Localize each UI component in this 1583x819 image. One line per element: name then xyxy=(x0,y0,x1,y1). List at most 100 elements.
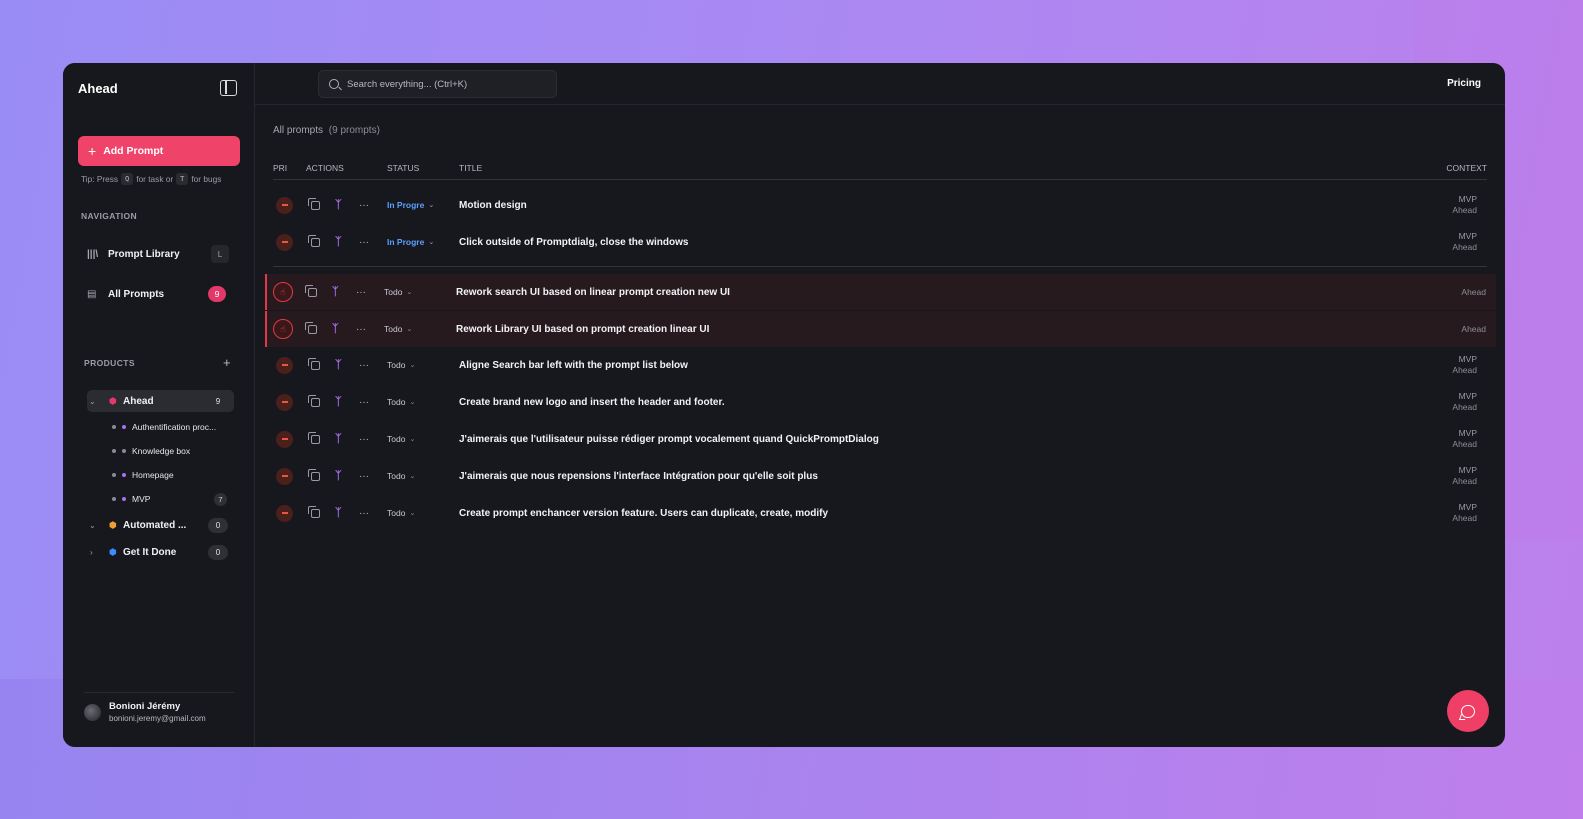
sidebar-toggle-icon[interactable] xyxy=(220,80,237,96)
prompt-title[interactable]: Aligne Search bar left with the prompt l… xyxy=(459,347,688,383)
merge-icon[interactable]: ᛉ xyxy=(335,470,342,482)
nav-item-label: All Prompts xyxy=(108,288,165,300)
prompt-title[interactable]: Rework search UI based on linear prompt … xyxy=(456,274,730,310)
product-automated[interactable]: ⌄ ⬢ Automated ... 0 xyxy=(87,514,234,536)
status-dropdown[interactable]: Todo ⌄ xyxy=(387,421,415,457)
copy-icon[interactable] xyxy=(308,468,320,481)
copy-icon[interactable] xyxy=(308,394,320,407)
context-product: Ahead xyxy=(1461,323,1486,334)
merge-icon[interactable]: ᛉ xyxy=(335,359,342,371)
medium-priority-icon[interactable] xyxy=(276,467,293,485)
status-dropdown[interactable]: Todo ⌄ xyxy=(387,458,415,494)
prompt-title[interactable]: Create brand new logo and insert the hea… xyxy=(459,384,725,420)
table-row[interactable]: ᛉ ··· Todo ⌄ J'aimerais que nous repensi… xyxy=(273,458,1487,494)
prompt-title[interactable]: Create prompt enchancer version feature.… xyxy=(459,495,828,531)
chevron-down-icon[interactable]: ⌄ xyxy=(89,397,105,406)
more-icon[interactable]: ··· xyxy=(359,508,369,519)
subproduct-authentification[interactable]: Authentification proc... xyxy=(112,418,232,436)
table-row[interactable]: ᛉ ··· Todo ⌄ Aligne Search bar left with… xyxy=(273,347,1487,383)
merge-icon[interactable]: ᛉ xyxy=(335,199,342,211)
table-row[interactable]: ☝ ᛉ ··· Todo ⌄ Rework search UI based on… xyxy=(265,274,1496,310)
table-row[interactable]: ☝ ᛉ ··· Todo ⌄ Rework Library UI based o… xyxy=(265,311,1496,347)
subproduct-knowledge-box[interactable]: Knowledge box xyxy=(112,442,232,460)
nav-item-all-prompts[interactable]: ▤ All Prompts 9 xyxy=(87,283,229,305)
copy-icon[interactable] xyxy=(308,431,320,444)
prompt-title[interactable]: Motion design xyxy=(459,187,527,223)
tip-key-task: Q xyxy=(121,173,134,185)
status-dropdown[interactable]: Todo ⌄ xyxy=(384,311,412,347)
subproduct-name: MVP xyxy=(132,494,151,504)
more-icon[interactable]: ··· xyxy=(359,434,369,445)
urgent-priority-icon[interactable]: ☝ xyxy=(273,282,293,302)
more-icon[interactable]: ··· xyxy=(359,360,369,371)
merge-icon[interactable]: ᛉ xyxy=(332,286,339,298)
table-row[interactable]: ᛉ ··· Todo ⌄ Create prompt enchancer ver… xyxy=(273,495,1487,531)
table-row[interactable]: ᛉ ··· Todo ⌄ J'aimerais que l'utilisateu… xyxy=(273,421,1487,457)
chevron-right-icon[interactable]: › xyxy=(90,548,106,557)
column-pri[interactable]: PRI xyxy=(273,163,287,173)
merge-icon[interactable]: ᛉ xyxy=(335,396,342,408)
prompt-title[interactable]: J'aimerais que l'utilisateur puisse rédi… xyxy=(459,421,879,457)
subproduct-mvp[interactable]: MVP 7 xyxy=(112,490,227,508)
table-row[interactable]: ᛉ ··· In Progre ⌄ Motion design MVP Ahea… xyxy=(273,187,1487,223)
medium-priority-icon[interactable] xyxy=(276,196,293,214)
medium-priority-icon[interactable] xyxy=(276,504,293,522)
medium-priority-icon[interactable] xyxy=(276,233,293,251)
status-dropdown[interactable]: In Progre ⌄ xyxy=(387,224,434,260)
status-dropdown[interactable]: In Progre ⌄ xyxy=(387,187,434,223)
user-email: bonioni.jeremy@gmail.com xyxy=(109,714,206,723)
urgent-priority-icon[interactable]: ☝ xyxy=(273,319,293,339)
status-label: Todo xyxy=(387,434,406,444)
more-icon[interactable]: ··· xyxy=(356,287,366,298)
column-context[interactable]: CONTEXT xyxy=(1446,163,1487,173)
medium-priority-icon[interactable] xyxy=(276,430,293,448)
copy-icon[interactable] xyxy=(305,284,317,297)
more-icon[interactable]: ··· xyxy=(359,237,369,248)
product-get-it-done[interactable]: › ⬢ Get It Done 0 xyxy=(87,541,234,563)
merge-icon[interactable]: ᛉ xyxy=(335,433,342,445)
merge-icon[interactable]: ᛉ xyxy=(332,323,339,335)
user-profile[interactable]: Bonioni Jérémy bonioni.jeremy@gmail.com xyxy=(84,692,234,723)
status-dropdown[interactable]: Todo ⌄ xyxy=(384,274,412,310)
chat-button[interactable] xyxy=(1447,690,1489,732)
copy-icon[interactable] xyxy=(305,321,317,334)
status-dropdown[interactable]: Todo ⌄ xyxy=(387,347,415,383)
topbar: Search everything... (Ctrl+K) Pricing xyxy=(255,63,1505,105)
copy-icon[interactable] xyxy=(308,357,320,370)
more-icon[interactable]: ··· xyxy=(356,324,366,335)
merge-icon[interactable]: ᛉ xyxy=(335,507,342,519)
add-product-button[interactable]: + xyxy=(223,355,231,370)
table-row[interactable]: ᛉ ··· In Progre ⌄ Click outside of Promp… xyxy=(273,224,1487,260)
nav-item-prompt-library[interactable]: |||\ Prompt Library L xyxy=(87,243,229,265)
avatar xyxy=(84,703,101,721)
more-icon[interactable]: ··· xyxy=(359,471,369,482)
context-subproduct: MVP xyxy=(1458,428,1477,438)
search-placeholder: Search everything... (Ctrl+K) xyxy=(347,78,468,90)
medium-priority-icon[interactable] xyxy=(276,356,293,374)
copy-icon[interactable] xyxy=(308,197,320,210)
chevron-down-icon: ⌄ xyxy=(409,362,416,369)
add-prompt-button[interactable]: + Add Prompt xyxy=(78,136,240,166)
context-cell: MVP Ahead xyxy=(1452,187,1477,223)
table-row[interactable]: ᛉ ··· Todo ⌄ Create brand new logo and i… xyxy=(273,384,1487,420)
status-dropdown[interactable]: Todo ⌄ xyxy=(387,495,415,531)
column-status[interactable]: STATUS xyxy=(387,163,419,173)
search-input[interactable]: Search everything... (Ctrl+K) xyxy=(318,70,557,98)
product-ahead[interactable]: ⌄ ⬢ Ahead 9 xyxy=(87,390,234,412)
more-icon[interactable]: ··· xyxy=(359,200,369,211)
column-title[interactable]: TITLE xyxy=(459,163,482,173)
status-dropdown[interactable]: Todo ⌄ xyxy=(387,384,415,420)
copy-icon[interactable] xyxy=(308,234,320,247)
context-cell: MVP Ahead xyxy=(1452,495,1477,531)
copy-icon[interactable] xyxy=(308,505,320,518)
chevron-down-icon[interactable]: ⌄ xyxy=(89,521,105,530)
subproduct-homepage[interactable]: Homepage xyxy=(112,466,232,484)
prompt-title[interactable]: Click outside of Promptdialg, close the … xyxy=(459,224,688,260)
pricing-link[interactable]: Pricing xyxy=(1447,78,1481,89)
prompt-title[interactable]: J'aimerais que nous repensions l'interfa… xyxy=(459,458,818,494)
prompt-title[interactable]: Rework Library UI based on prompt creati… xyxy=(456,311,709,347)
merge-icon[interactable]: ᛉ xyxy=(335,236,342,248)
product-count: 0 xyxy=(208,544,228,560)
medium-priority-icon[interactable] xyxy=(276,393,293,411)
more-icon[interactable]: ··· xyxy=(359,397,369,408)
